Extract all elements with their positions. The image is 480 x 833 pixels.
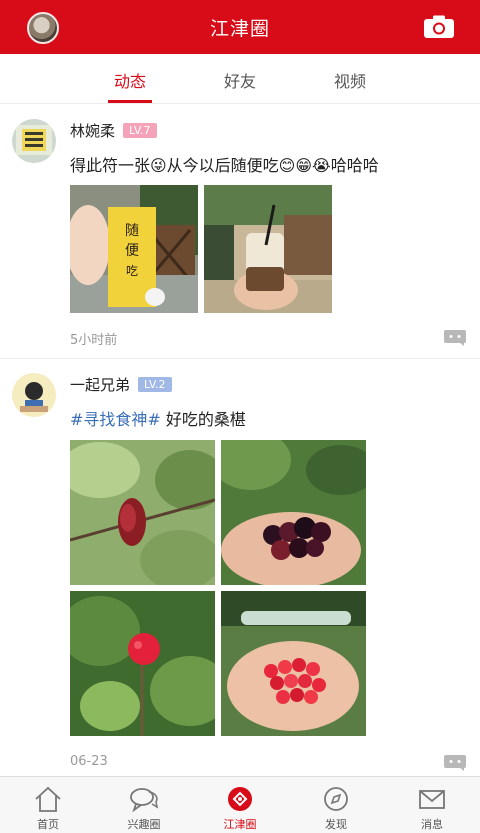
- post-text: #寻找食神# 好吃的桑椹: [70, 410, 246, 429]
- svg-text:吃: 吃: [126, 264, 138, 278]
- svg-text:随: 随: [125, 223, 139, 239]
- tab-dongtai[interactable]: 动态: [100, 68, 160, 92]
- post-photo[interactable]: [70, 440, 215, 585]
- hashtag-link[interactable]: #寻找食神#: [70, 410, 161, 429]
- feed-tabs: 动态 好友 视频: [0, 54, 480, 104]
- page-title: 江津圈: [209, 18, 270, 40]
- camera-icon[interactable]: [423, 15, 455, 39]
- tab-friends[interactable]: 好友: [210, 68, 270, 92]
- comment-icon[interactable]: [444, 755, 466, 771]
- feed-post: 林婉柔 LV.7 得此符一张😜从今以后随便吃😊😁😭哈哈哈 随 便 吃 5小时前: [0, 104, 480, 358]
- post-photo[interactable]: [221, 591, 366, 736]
- top-bar: 江津圈: [0, 0, 480, 54]
- nav-jiangjin[interactable]: 江津圈: [192, 777, 288, 833]
- bottom-nav: 首页 兴趣圈 江津圈 发现 消息: [0, 776, 480, 833]
- post-username[interactable]: 林婉柔 LV.7: [70, 120, 157, 141]
- jiangjin-circle-icon: [228, 787, 252, 811]
- home-icon: [35, 786, 61, 812]
- post-avatar[interactable]: [12, 119, 56, 163]
- post-username[interactable]: 一起兄弟 LV.2: [70, 374, 172, 395]
- post-photo[interactable]: [70, 591, 215, 736]
- svg-text:便: 便: [125, 243, 139, 259]
- post-avatar[interactable]: [12, 373, 56, 417]
- post-photo[interactable]: [221, 440, 366, 585]
- mail-icon: [419, 790, 445, 809]
- nav-messages[interactable]: 消息: [384, 777, 480, 833]
- chat-bubbles-icon: [130, 788, 159, 813]
- nav-interest[interactable]: 兴趣圈: [96, 777, 192, 833]
- post-time: 06-23: [70, 754, 108, 769]
- level-badge: LV.7: [123, 123, 157, 138]
- nav-discover[interactable]: 发现: [288, 777, 384, 833]
- active-tab-indicator: [108, 100, 152, 103]
- feed-post: 一起兄弟 LV.2 #寻找食神# 好吃的桑椹 06-23: [0, 359, 480, 776]
- compass-icon: [324, 787, 348, 811]
- level-badge: LV.2: [138, 377, 172, 392]
- nav-home[interactable]: 首页: [0, 777, 96, 833]
- post-text: 得此符一张😜从今以后随便吃😊😁😭哈哈哈: [70, 156, 379, 175]
- comment-icon[interactable]: [444, 330, 466, 346]
- post-time: 5小时前: [70, 333, 118, 348]
- tab-video[interactable]: 视频: [320, 68, 380, 92]
- post-photo[interactable]: 随 便 吃: [70, 185, 198, 313]
- post-photo[interactable]: [204, 185, 332, 313]
